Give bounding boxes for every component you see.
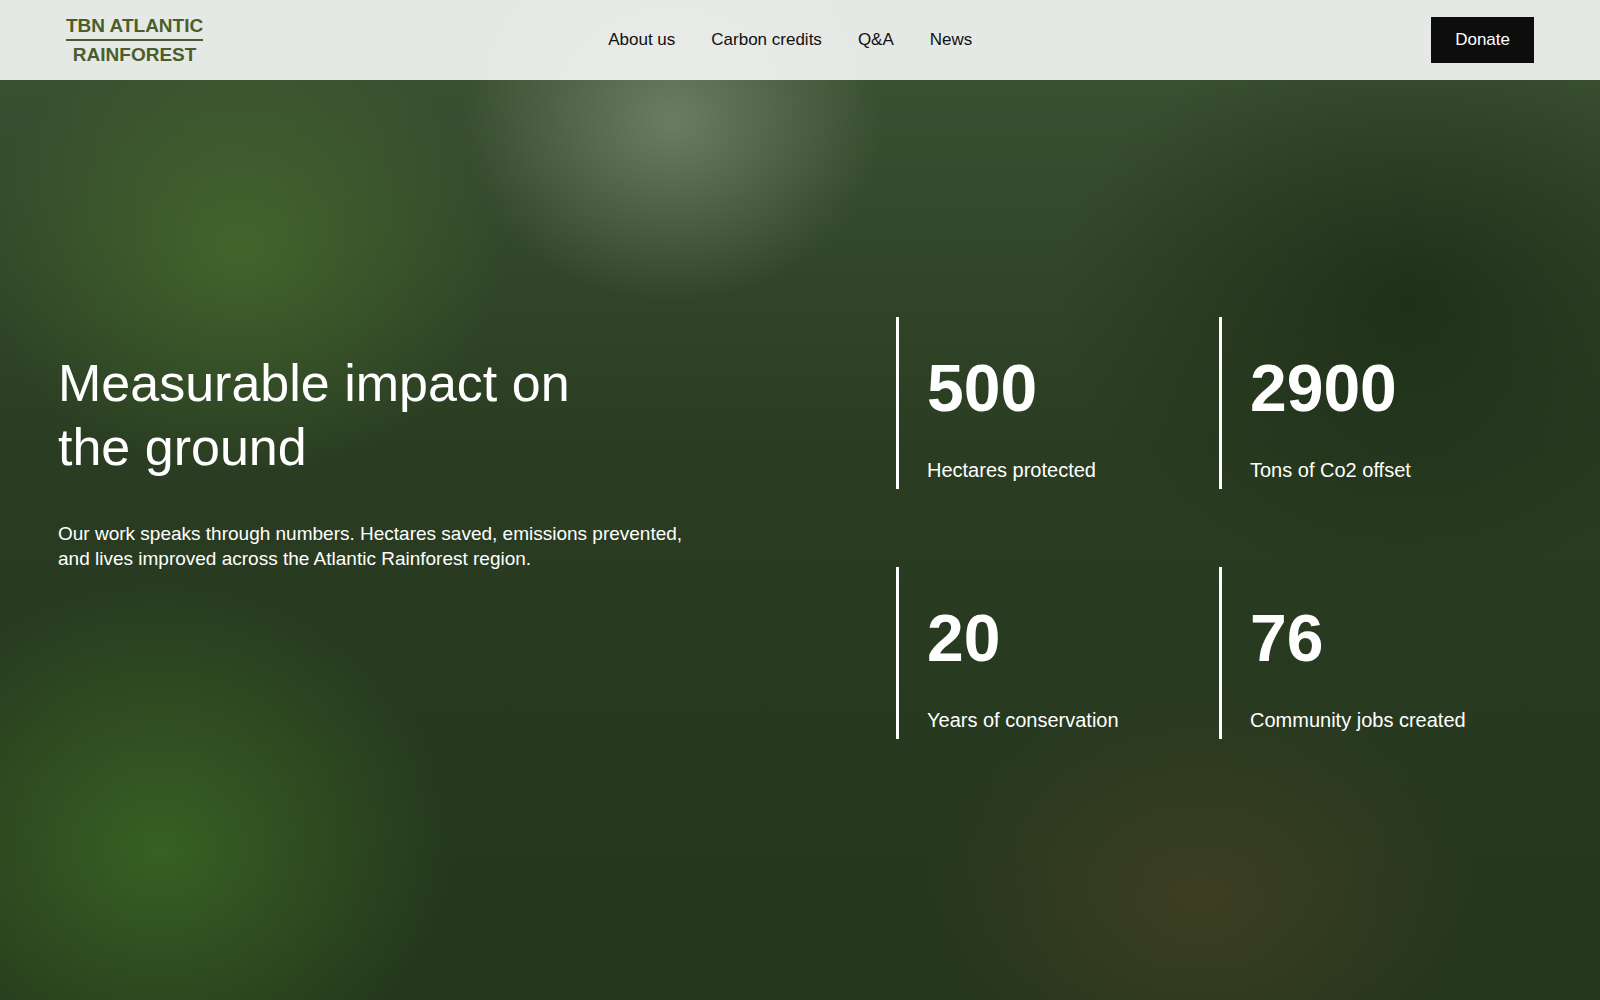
stat-label: Community jobs created <box>1250 709 1534 732</box>
stat-value: 76 <box>1250 605 1534 671</box>
donate-button[interactable]: Donate <box>1431 17 1534 63</box>
nav-link[interactable]: News <box>930 30 973 50</box>
stat-card: 2900 Tons of Co2 offset <box>1219 317 1542 489</box>
hero-title: Measurable impact on the ground <box>58 351 648 480</box>
site-header: TBN ATLANTICRAINFOREST About us Carbon cre… <box>0 0 1600 80</box>
hero-section: Measurable impact on the ground Our work … <box>0 80 1600 1000</box>
stat-card: 20 Years of conservation <box>896 567 1219 739</box>
stat-value: 500 <box>927 355 1211 421</box>
stat-card: 76 Community jobs created <box>1219 567 1542 739</box>
stat-value: 2900 <box>1250 355 1534 421</box>
nav-link[interactable]: About us <box>608 30 675 50</box>
stats-grid: 500 Hectares protected 2900 Tons of Co2 off… <box>896 317 1542 739</box>
main-nav: About us Carbon credits Q&A News <box>608 30 972 50</box>
nav-link[interactable]: Q&A <box>858 30 894 50</box>
stat-value: 20 <box>927 605 1211 671</box>
stat-label: Tons of Co2 offset <box>1250 459 1534 482</box>
nav-link[interactable]: Carbon credits <box>711 30 822 50</box>
stat-label: Years of conservation <box>927 709 1211 732</box>
logo[interactable]: TBN ATLANTICRAINFOREST <box>66 14 203 67</box>
logo-line: RAINFOREST <box>73 43 197 67</box>
page: TBN ATLANTICRAINFOREST About us Carbon cre… <box>0 0 1600 1000</box>
stat-card: 500 Hectares protected <box>896 317 1219 489</box>
hero-intro: Measurable impact on the ground Our work … <box>58 351 738 571</box>
stat-label: Hectares protected <box>927 459 1211 482</box>
logo-line: TBN ATLANTIC <box>66 14 203 41</box>
hero-description: Our work speaks through numbers. Hectare… <box>58 522 708 571</box>
